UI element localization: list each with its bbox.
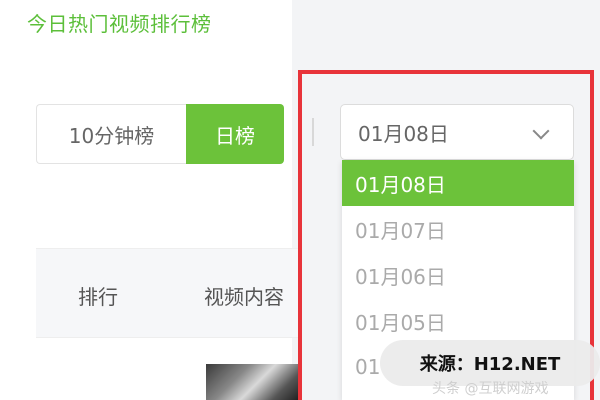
watermark-text: 来源：H12.NET xyxy=(419,354,561,375)
column-header-rank[interactable]: 排行 xyxy=(78,281,118,310)
tab-10-minute-ranking[interactable]: 10分钟榜 xyxy=(36,104,186,164)
table-header: 排行 视频内容 xyxy=(36,248,298,338)
page-title: 今日热门视频排行榜 xyxy=(27,12,212,36)
date-option[interactable]: 01月06日 xyxy=(342,252,574,298)
toolbar-divider xyxy=(312,118,314,146)
ranking-panel: 今日热门视频排行榜 10分钟榜 日榜 排行 视频内容 xyxy=(0,0,298,400)
date-select[interactable]: 01月08日 xyxy=(340,104,574,160)
watermark-subtext: 头条 @互联网游戏 xyxy=(432,381,549,397)
date-select-value: 01月08日 xyxy=(358,121,449,146)
date-option[interactable]: 01月08日 xyxy=(342,160,574,206)
tab-daily-ranking[interactable]: 日榜 xyxy=(186,104,284,164)
date-option[interactable]: 01月05日 xyxy=(342,298,574,344)
video-thumbnail[interactable] xyxy=(206,364,298,400)
column-header-video-content: 视频内容 xyxy=(204,285,284,309)
chevron-down-icon xyxy=(532,122,550,140)
date-option[interactable]: 01月07日 xyxy=(342,206,574,252)
ranking-tabs: 10分钟榜 日榜 xyxy=(36,104,284,164)
